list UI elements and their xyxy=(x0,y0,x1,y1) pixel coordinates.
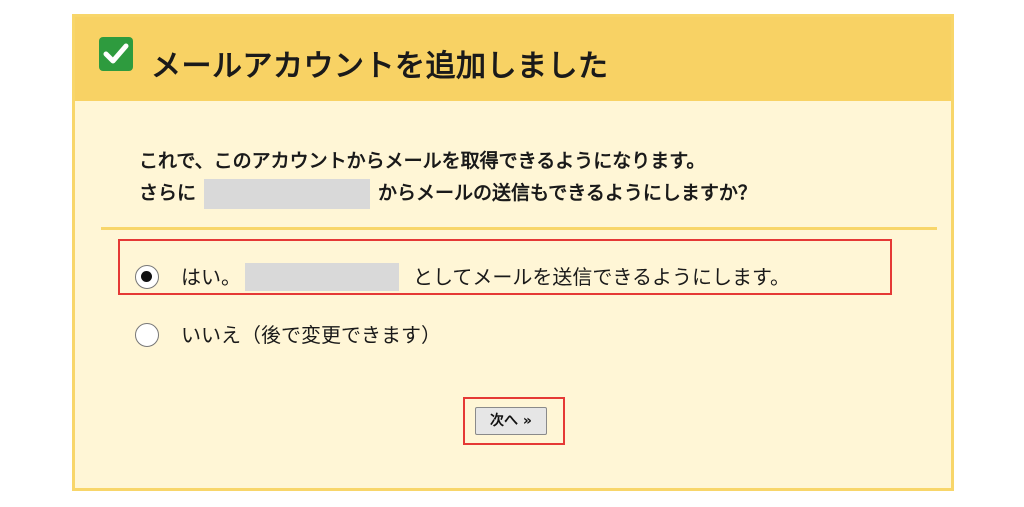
redacted-email-address xyxy=(204,178,371,209)
next-button[interactable]: 次へ » xyxy=(475,407,547,435)
divider xyxy=(101,227,937,230)
radio-no[interactable] xyxy=(135,323,159,347)
confirmation-message: これで、このアカウントからメールを取得できるようになります。 さらに からメールの… xyxy=(139,145,757,209)
highlight-box-yes xyxy=(118,239,892,295)
add-account-panel: メールアカウントを追加しました これで、このアカウントからメールを取得できるよう… xyxy=(72,14,954,491)
page-title: メールアカウントを追加しました xyxy=(151,49,609,84)
option-no-label: いいえ（後で変更できます） xyxy=(181,323,441,347)
message-line-2-suffix: からメールの送信もできるようにしますか？ xyxy=(378,182,757,204)
message-line-2: さらに からメールの送信もできるようにしますか？ xyxy=(139,177,757,209)
panel-header: メールアカウントを追加しました xyxy=(75,17,951,101)
message-line-2-prefix: さらに xyxy=(139,182,197,204)
message-line-1: これで、このアカウントからメールを取得できるようになります。 xyxy=(139,150,706,172)
checkmark-icon xyxy=(99,37,133,71)
